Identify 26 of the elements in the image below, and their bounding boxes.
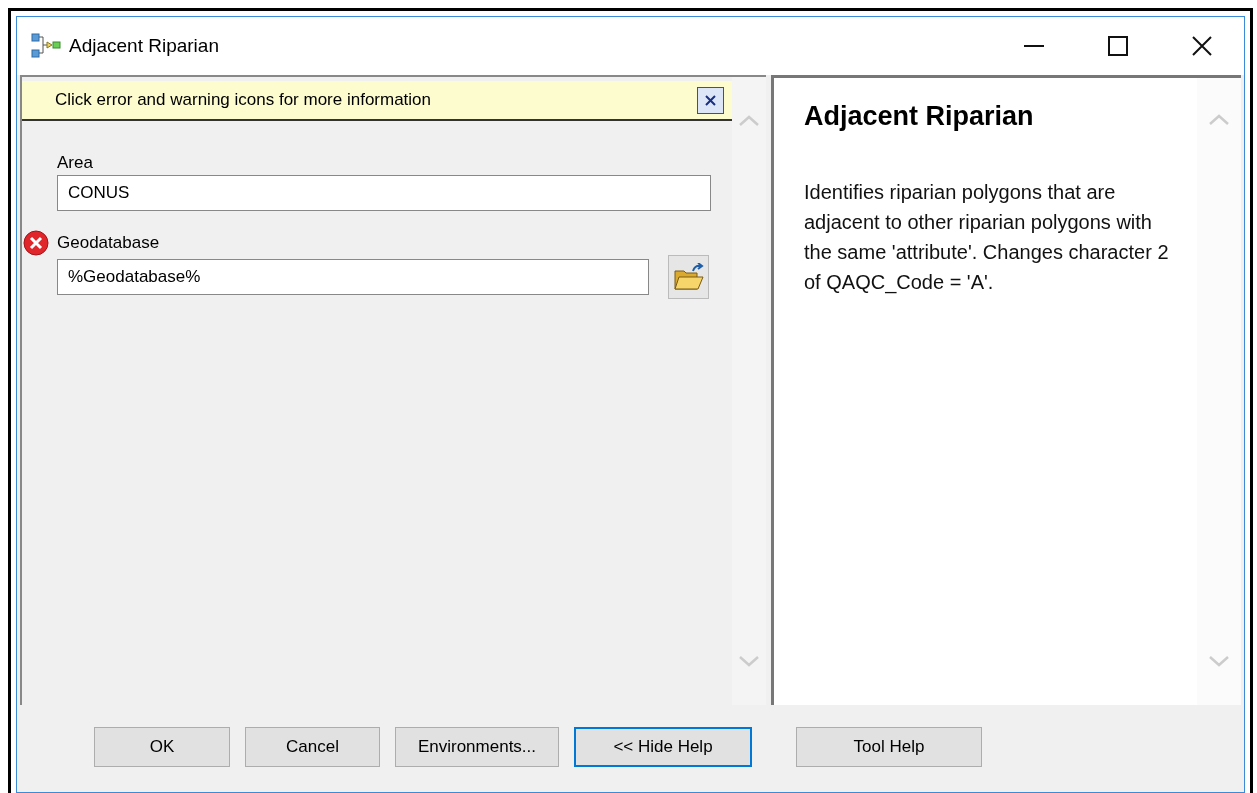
close-icon <box>1192 36 1212 56</box>
parameter-label: Area <box>57 153 93 173</box>
input-field[interactable]: %Geodatabase% <box>57 259 649 295</box>
scroll-up-icon <box>739 115 759 126</box>
parameter-label: Geodatabase <box>57 233 160 253</box>
help-title: Adjacent Riparian <box>804 100 1035 133</box>
error-icon[interactable] <box>23 230 49 256</box>
help-description: Identifies riparian polygons that are adjacent to other riparian polygons with the same 'attribute'. Changes character 2 of QAQC_Code = 'A'. <box>804 179 1170 296</box>
message-text: Click error and warning icons for more information <box>55 89 432 112</box>
scroll-up-icon <box>1209 114 1229 125</box>
dialog-button[interactable]: Environments... <box>395 726 559 767</box>
close-message-button[interactable] <box>697 86 724 114</box>
scroll-down-icon <box>1209 656 1229 667</box>
folder-icon <box>672 263 705 291</box>
window-title: Adjacent Riparian <box>69 33 219 58</box>
input-field[interactable]: CONUS <box>57 175 711 211</box>
dialog-button[interactable]: Cancel <box>245 726 380 767</box>
dialog-button[interactable]: Tool Help <box>796 726 982 767</box>
scroll-down-icon <box>739 656 759 667</box>
model-icon <box>31 33 61 59</box>
maximize-icon <box>1108 36 1128 56</box>
dialog-button[interactable]: OK <box>94 726 230 767</box>
close-icon <box>705 94 716 106</box>
dialog-button[interactable]: << Hide Help <box>574 726 752 767</box>
browse-button[interactable] <box>668 255 709 299</box>
minimize-icon <box>1024 45 1044 47</box>
